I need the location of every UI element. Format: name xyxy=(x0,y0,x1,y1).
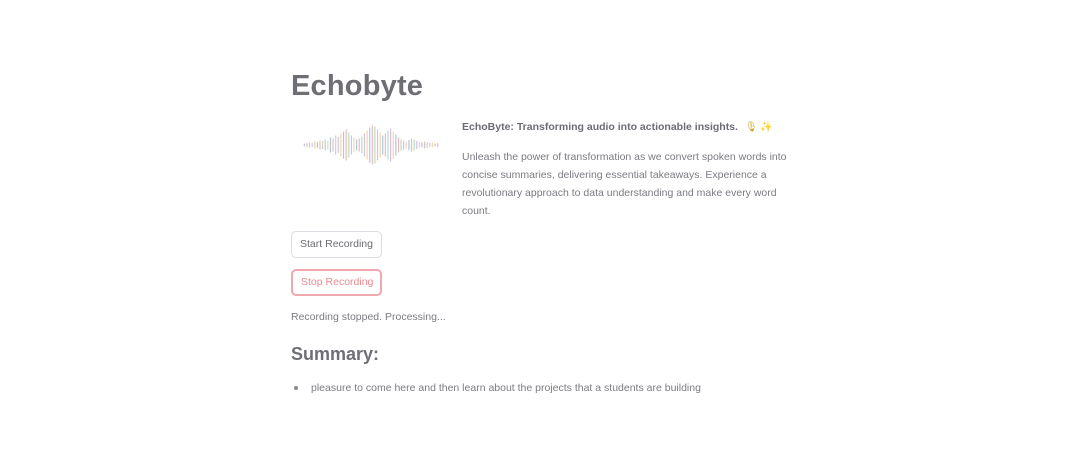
microphone-sparkles-icon: 🎙 ✨ xyxy=(744,122,773,133)
status-message: Recording stopped. Processing... xyxy=(291,311,446,323)
start-recording-button[interactable]: Start Recording xyxy=(291,231,382,258)
summary-item: pleasure to come here and then learn abo… xyxy=(291,382,701,394)
app-page: Echobyte EchoByte: Transforming audio in… xyxy=(0,0,1082,474)
app-description: Unleash the power of transformation as w… xyxy=(462,151,787,217)
tagline: EchoByte: Transforming audio into action… xyxy=(462,121,773,133)
app-title: Echobyte xyxy=(291,70,424,102)
stop-recording-button[interactable]: Stop Recording xyxy=(291,269,382,296)
bullet-icon xyxy=(294,386,298,390)
summary-heading: Summary: xyxy=(291,344,380,364)
tagline-text: EchoByte: Transforming audio into action… xyxy=(462,121,738,133)
summary-list: pleasure to come here and then learn abo… xyxy=(291,382,701,394)
audio-waveform-icon xyxy=(303,125,439,165)
summary-item-text: pleasure to come here and then learn abo… xyxy=(311,382,701,394)
